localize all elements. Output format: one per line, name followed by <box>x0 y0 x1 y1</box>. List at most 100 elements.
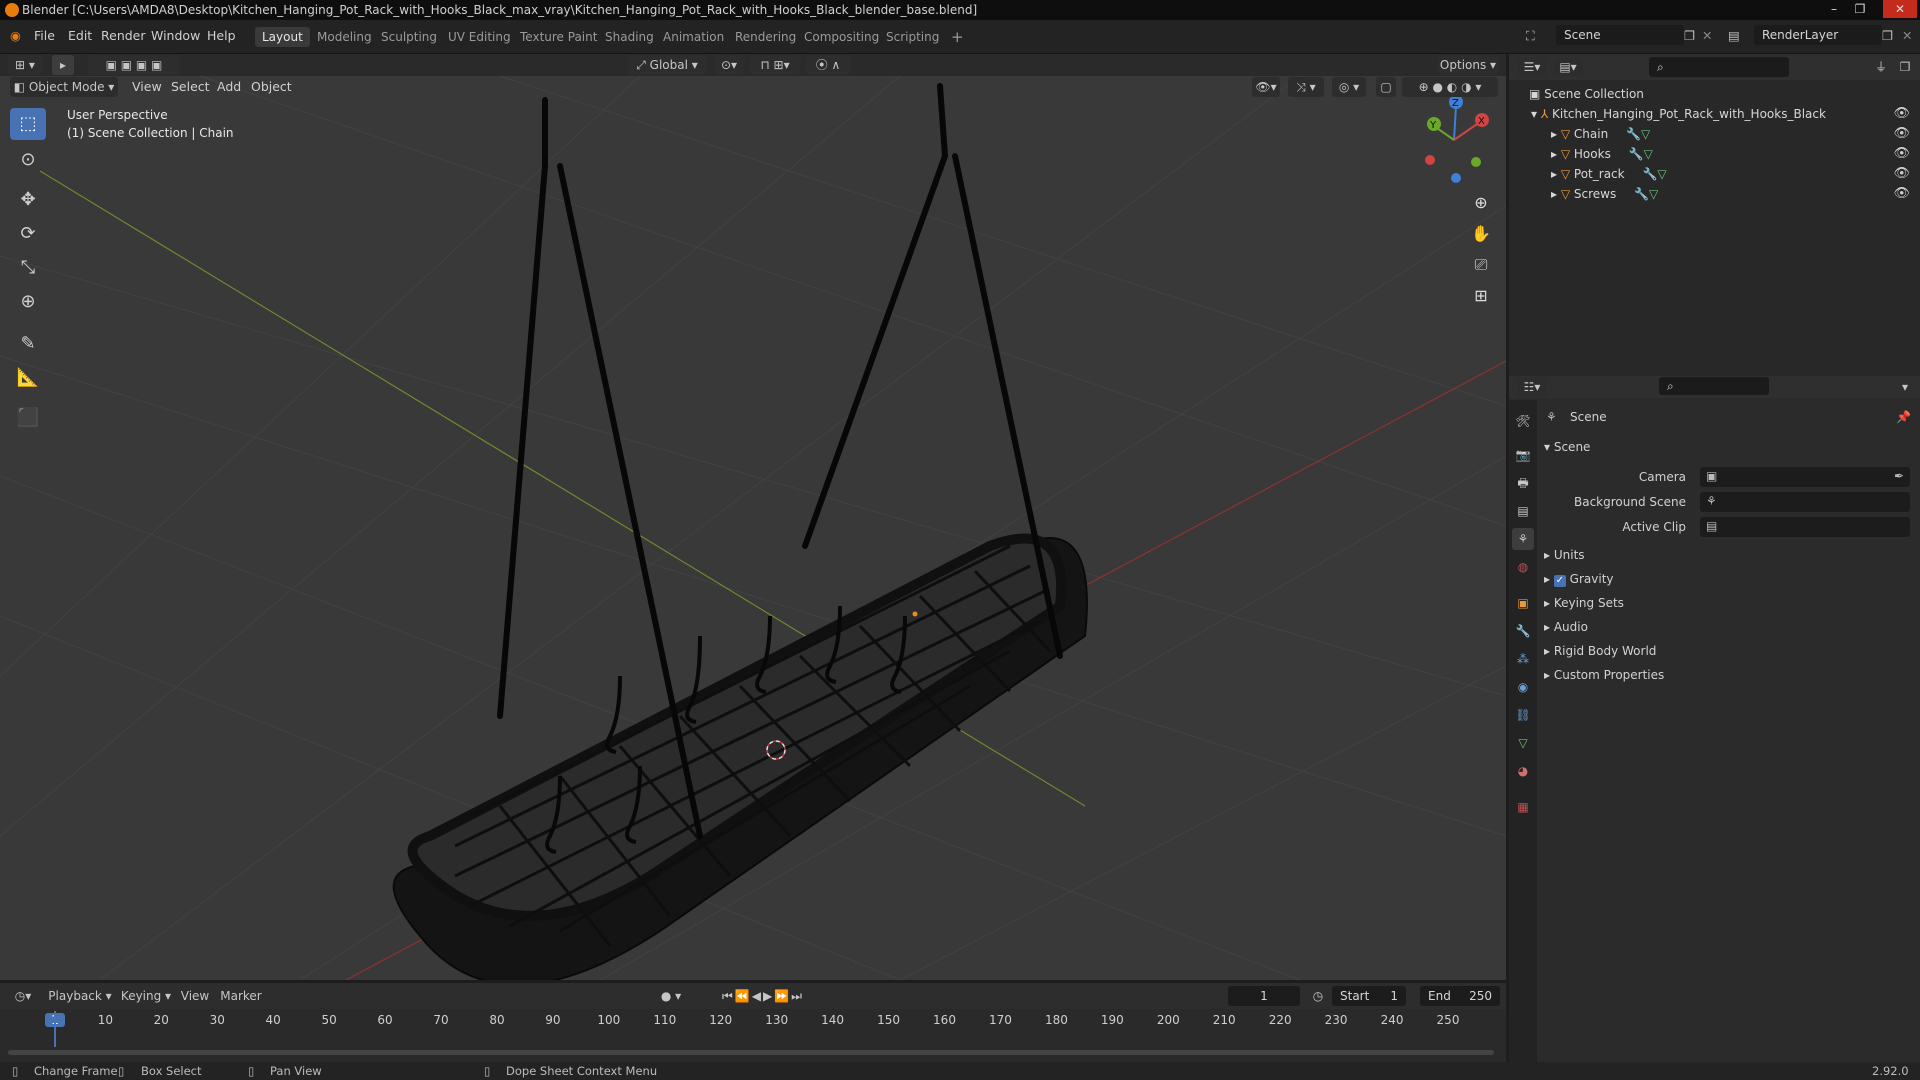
tool-tab-icon[interactable]: 🛠 <box>1512 410 1534 432</box>
mesh-data-icon[interactable]: ▽ <box>1649 187 1658 201</box>
menu-help[interactable]: Help <box>207 28 236 43</box>
tab-compositing[interactable]: Compositing <box>797 27 886 47</box>
filter-icon[interactable]: ⏚ <box>1869 57 1893 77</box>
editor-type-button[interactable]: ⊞ ▾ <box>8 55 42 75</box>
options-dropdown[interactable]: Options ▾ <box>1438 55 1498 75</box>
proportional-edit-icon[interactable]: ⦿ ∧ <box>806 55 850 75</box>
modifier-icon[interactable]: 🔧 <box>1629 147 1644 161</box>
start-frame-field[interactable]: Start 1 <box>1332 986 1406 1006</box>
display-mode-button[interactable]: ▤▾ <box>1553 57 1583 77</box>
tab-scripting[interactable]: Scripting <box>879 27 946 47</box>
eye-icon[interactable]: 👁 <box>1893 184 1910 204</box>
move-tool-icon[interactable]: ✥ <box>10 184 46 216</box>
tab-texture-paint[interactable]: Texture Paint <box>513 27 604 47</box>
properties-search-input[interactable]: ⌕ <box>1659 377 1769 395</box>
preview-range-icon[interactable]: ◷ <box>1308 986 1328 1006</box>
background-scene-field[interactable]: ⚘ <box>1700 492 1910 512</box>
physics-tab-icon[interactable]: ◉ <box>1512 676 1534 698</box>
playhead[interactable] <box>54 1011 56 1047</box>
end-frame-field[interactable]: End 250 <box>1420 986 1500 1006</box>
tab-modeling[interactable]: Modeling <box>310 27 379 47</box>
tab-rendering[interactable]: Rendering <box>728 27 803 47</box>
pivot-point-icon[interactable]: ⊙▾ <box>714 55 744 75</box>
navigation-gizmo[interactable]: Z X Y <box>1425 95 1489 183</box>
section-rigid-body-world[interactable]: ▸ Rigid Body World <box>1544 644 1656 658</box>
select-tool-icon[interactable]: ▸ <box>52 55 74 75</box>
constraints-tab-icon[interactable]: ⛓ <box>1512 704 1534 726</box>
section-keying-sets[interactable]: ▸ Keying Sets <box>1544 596 1624 610</box>
modifier-icon[interactable]: 🔧 <box>1642 167 1657 181</box>
eye-icon[interactable]: 👁 <box>1893 164 1910 184</box>
marker-menu[interactable]: Marker <box>220 986 262 1006</box>
timeline-scrollbar[interactable] <box>8 1050 1494 1055</box>
add-workspace-button[interactable]: + <box>944 27 971 47</box>
gizmo-toggle-icon[interactable]: ⤨ ▾ <box>1288 77 1324 97</box>
annotate-tool-icon[interactable]: ✎ <box>10 328 46 360</box>
playback-menu[interactable]: Playback ▾ <box>46 986 114 1006</box>
snap-toggle-icon[interactable]: ⊓ ⊞▾ <box>750 55 800 75</box>
eye-icon[interactable]: 👁 <box>1893 144 1910 164</box>
delete-scene-icon[interactable]: ✕ <box>1702 28 1712 43</box>
output-tab-icon[interactable]: 🖶 <box>1512 472 1534 494</box>
close-button[interactable]: ✕ <box>1883 0 1917 18</box>
selection-mode-buttons[interactable]: ▣ ▣ ▣ ▣ <box>88 55 180 75</box>
outliner-object-screws[interactable]: ▸ ▽ Screws 🔧▽ 👁 <box>1509 184 1920 204</box>
pin-icon[interactable]: 📌 <box>1896 410 1911 424</box>
tab-shading[interactable]: Shading <box>598 27 661 47</box>
material-tab-icon[interactable]: ◕ <box>1512 760 1534 782</box>
outliner-object-hooks[interactable]: ▸ ▽ Hooks 🔧▽ 👁 <box>1509 144 1920 164</box>
camera-field[interactable]: ▣ ✒ <box>1700 467 1910 487</box>
scene-field[interactable]: Scene <box>1556 25 1684 45</box>
scene-panel-header[interactable]: ▾ Scene <box>1544 440 1590 454</box>
delete-view-layer-icon[interactable]: ✕ <box>1902 28 1912 43</box>
section-gravity[interactable]: ▸ ✓ Gravity <box>1544 572 1614 587</box>
tab-uv-editing[interactable]: UV Editing <box>441 27 518 47</box>
playback-controls[interactable]: ⏮⏪◀▶⏩⏭ <box>704 986 822 1006</box>
section-audio[interactable]: ▸ Audio <box>1544 620 1588 634</box>
timeline-view-menu[interactable]: View <box>180 986 210 1006</box>
mode-dropdown[interactable]: ◧ Object Mode ▾ <box>10 77 118 97</box>
timeline-editor-type-button[interactable]: ◷▾ <box>8 986 38 1006</box>
cursor-tool-icon[interactable]: ⊙ <box>10 144 46 176</box>
modifier-tab-icon[interactable]: 🔧 <box>1512 620 1534 642</box>
outliner-object-chain[interactable]: ▸ ▽ Chain 🔧▽ 👁 <box>1509 124 1920 144</box>
scene-tab-icon[interactable]: ⚘ <box>1512 528 1534 550</box>
view-layer-field[interactable]: RenderLayer <box>1754 25 1882 45</box>
new-view-layer-icon[interactable]: ❐ <box>1882 28 1893 43</box>
modifier-icon[interactable]: 🔧 <box>1626 127 1641 141</box>
pan-hand-icon[interactable]: ✋ <box>1466 219 1496 249</box>
camera-view-icon[interactable]: ⎚ <box>1466 250 1496 280</box>
viewport-menu-add[interactable]: Add <box>217 79 241 94</box>
active-clip-field[interactable]: ▤ <box>1700 517 1910 537</box>
scale-tool-icon[interactable]: ⤡ <box>10 252 46 284</box>
current-frame-field[interactable]: 1 <box>1228 986 1300 1006</box>
particles-tab-icon[interactable]: ⁂ <box>1512 648 1534 670</box>
tab-layout[interactable]: Layout <box>255 27 310 47</box>
outliner-search-input[interactable]: ⌕ <box>1649 57 1789 77</box>
eye-icon[interactable]: 👁 <box>1893 104 1910 124</box>
restore-button[interactable]: ❐ <box>1848 0 1872 18</box>
modifier-icon[interactable]: 🔧 <box>1634 187 1649 201</box>
select-box-tool-icon[interactable]: ⬚ <box>10 108 46 140</box>
eye-icon[interactable]: 👁 <box>1893 124 1910 144</box>
tab-animation[interactable]: Animation <box>656 27 731 47</box>
new-collection-icon[interactable]: ❐ <box>1895 57 1915 77</box>
transform-orientation-dropdown[interactable]: ⤢ Global ▾ <box>628 55 706 75</box>
transform-tool-icon[interactable]: ⊕ <box>10 286 46 318</box>
add-cube-tool-icon[interactable]: ⬛ <box>10 402 46 434</box>
new-scene-icon[interactable]: ❐ <box>1684 28 1695 43</box>
rotate-tool-icon[interactable]: ⟳ <box>10 218 46 250</box>
world-tab-icon[interactable]: ◍ <box>1512 556 1534 578</box>
xray-toggle-icon[interactable]: ▢ <box>1376 77 1396 97</box>
menu-window[interactable]: Window <box>151 28 200 43</box>
viewport-menu-object[interactable]: Object <box>251 79 292 94</box>
zoom-icon[interactable]: ⊕ <box>1466 188 1496 218</box>
outliner-scene-collection[interactable]: ▣ Scene Collection <box>1509 84 1920 104</box>
outliner-collection-row[interactable]: ▾ ⅄ Kitchen_Hanging_Pot_Rack_with_Hooks_… <box>1509 104 1920 124</box>
3d-viewport[interactable]: Z X Y User Perspective (1) Scene Collect… <box>0 76 1506 980</box>
keying-menu[interactable]: Keying ▾ <box>118 986 174 1006</box>
view-layer-tab-icon[interactable]: ▤ <box>1512 500 1534 522</box>
texture-tab-icon[interactable]: ▦ <box>1512 796 1534 818</box>
outliner-object-pot-rack[interactable]: ▸ ▽ Pot_rack 🔧▽ 👁 <box>1509 164 1920 184</box>
mesh-data-icon[interactable]: ▽ <box>1657 167 1666 181</box>
